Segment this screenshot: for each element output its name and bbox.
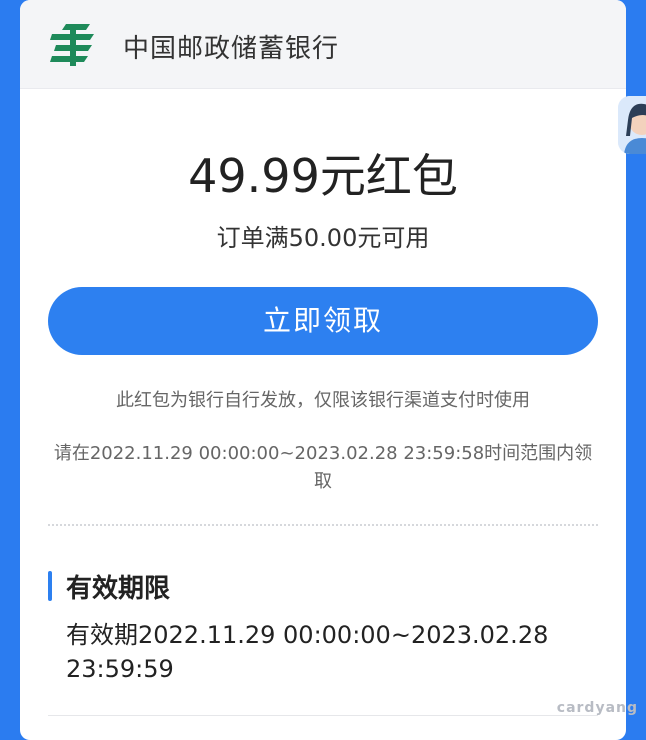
claim-button[interactable]: 立即领取 — [48, 287, 598, 355]
postal-savings-logo-icon — [50, 24, 94, 66]
dotted-divider — [48, 524, 598, 526]
coupon-condition: 订单满50.00元可用 — [216, 224, 430, 252]
customer-service-avatar-icon[interactable] — [618, 96, 646, 154]
bank-header: 中国邮政储蓄银行 — [20, 0, 626, 89]
coupon-title: 49.99元红包 — [188, 149, 458, 203]
section-title-validity: 有效期限 — [66, 574, 171, 604]
coupon-card: 中国邮政储蓄银行 49.99元红包 订单满50.00元可用 立即领取 此红包为银… — [20, 0, 626, 740]
claim-time-range: 请在2022.11.29 00:00:00~2023.02.28 23:59:5… — [53, 443, 593, 492]
section-accent-bar — [48, 571, 52, 601]
bottom-divider — [48, 715, 598, 716]
validity-period-text: 有效期2022.11.29 00:00:00~2023.02.28 23:59:… — [66, 621, 549, 683]
bank-name: 中国邮政储蓄银行 — [123, 34, 340, 64]
coupon-note: 此红包为银行自行发放，仅限该银行渠道支付时使用 — [116, 390, 530, 411]
avatar-illustration — [618, 96, 646, 154]
watermark: cardyang — [556, 700, 638, 716]
